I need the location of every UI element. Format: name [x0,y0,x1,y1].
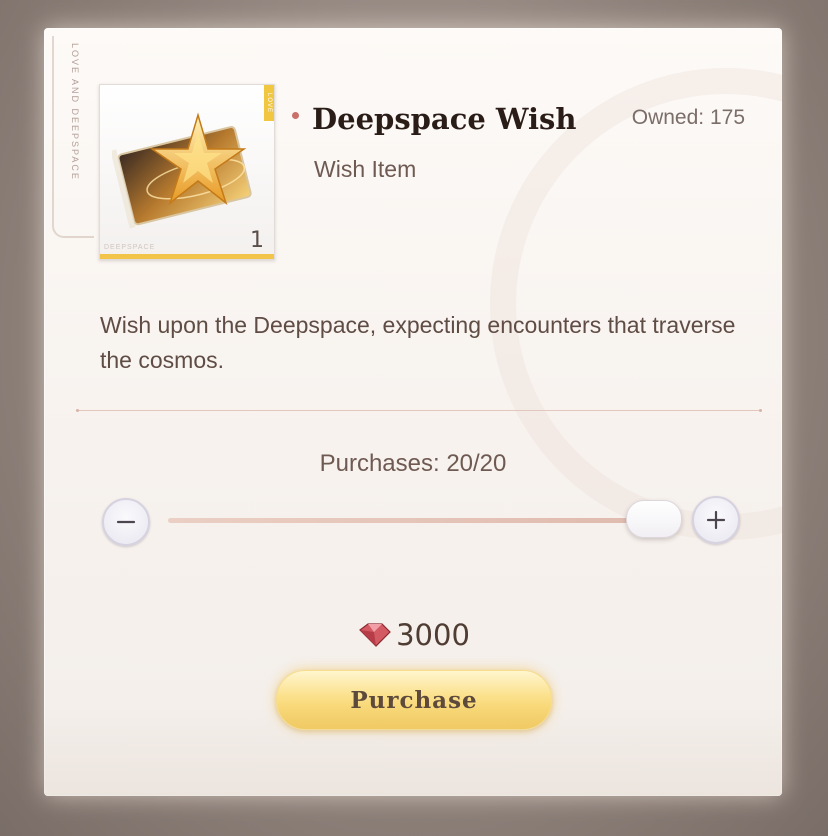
purchases-label: Purchases: 20/20 [319,450,507,477]
item-description: Wish upon the Deepspace, expecting encou… [100,312,736,373]
decrease-button[interactable] [102,498,150,546]
owned-count: Owned: 175 [631,106,745,129]
increase-button[interactable] [692,496,740,544]
item-category: Wish Item [314,156,417,182]
item-card-tag: LOVE [264,85,274,121]
divider [76,409,762,412]
rarity-bar [100,254,274,259]
minus-icon [116,520,136,524]
bullet-dot [292,112,299,119]
wish-ticket-icon [112,112,252,229]
side-label: LOVE AND DEEPSPACE [70,43,80,181]
item-title: Deepspace Wish [312,102,577,136]
item-card-brand: DEEPSPACE [104,244,156,251]
item-card: LOVE DEEPSPACE 1 [99,84,275,260]
purchase-dialog: LOVE AND DEEPSPACE LOVE DEEPSPACE 1 Deep… [44,28,782,796]
price-amount: 3000 [396,618,470,652]
bottom-decoration [44,706,782,796]
diamond-currency-icon [359,623,391,647]
quantity-slider-track[interactable] [168,518,628,523]
quantity-slider-thumb[interactable] [626,500,682,538]
price: 3000 [44,618,782,652]
item-quantity: 1 [250,228,264,253]
plus-icon [706,510,726,530]
